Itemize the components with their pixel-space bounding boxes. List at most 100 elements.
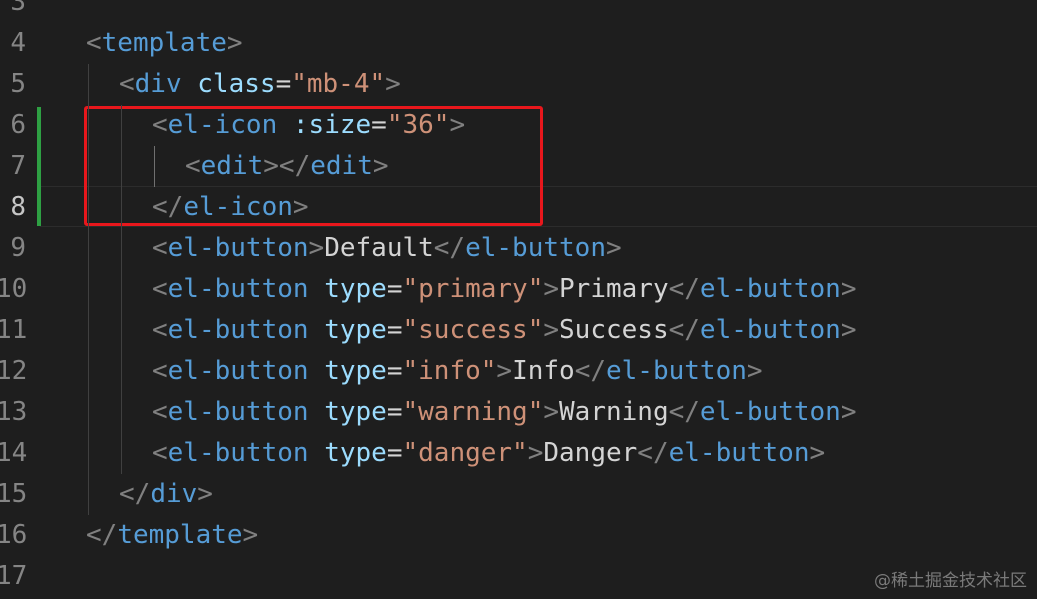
watermark: @稀土掘金技术社区 [874, 571, 1027, 591]
line-number: 13 [0, 397, 28, 427]
token-str: "danger" [402, 438, 528, 468]
token-punct: < [86, 28, 102, 58]
token-punct: </ [637, 438, 669, 468]
token-punct: > [543, 274, 560, 304]
line-number: 14 [0, 438, 28, 468]
token-punct: > [543, 315, 560, 345]
token-str: "primary" [402, 274, 544, 304]
token-punct: < [152, 397, 168, 427]
token-punct: </ [668, 315, 700, 345]
token-text: Primary [559, 274, 669, 304]
code-line[interactable]: 13 <el-button type="warning">Warning</el-… [0, 392, 1037, 433]
token-text: Danger [543, 438, 638, 468]
token-punct: > [840, 274, 857, 304]
token-punct: > [840, 315, 857, 345]
code-text: <el-button type="danger">Danger</el-butt… [152, 433, 825, 474]
line-number: 11 [0, 315, 28, 345]
token-punct: > [226, 28, 243, 58]
token-eq: = [386, 315, 403, 345]
code-text: <el-button type="success">Success</el-bu… [152, 310, 856, 351]
token-tag: el-button [167, 397, 309, 427]
token-punct: < [152, 315, 168, 345]
token-attr: type [324, 315, 387, 345]
token-punct: > [527, 438, 544, 468]
line-number: 4 [10, 28, 26, 58]
token-tag: el-button [699, 397, 841, 427]
token-punct: > [809, 438, 826, 468]
line-number: 3 [10, 0, 26, 17]
line-number: 16 [0, 520, 28, 550]
token-punct: </ [433, 233, 466, 263]
token-text: Info [512, 356, 575, 386]
token-str: "warning" [402, 397, 544, 427]
token-punct: > [308, 233, 325, 263]
token-eq: = [386, 438, 403, 468]
token-punct: </ [86, 520, 118, 550]
code-line[interactable]: 12 <el-button type="info">Info</el-button… [0, 351, 1037, 392]
line-number: 17 [0, 561, 28, 591]
code-text: </div> [119, 474, 213, 515]
code-text: <el-button type="warning">Warning</el-bu… [152, 392, 856, 433]
token-text: Default [324, 233, 434, 263]
token-tag: el-button [167, 438, 309, 468]
token-tag: template [101, 28, 227, 58]
token-punct: > [543, 397, 560, 427]
code-line[interactable]: 10 <el-button type="primary">Primary</el-… [0, 269, 1037, 310]
code-line[interactable]: 3 [0, 0, 1037, 23]
code-editor[interactable]: 3 4 <template> 5 <div class="mb-4"> 6 <el-icon… [0, 0, 1037, 599]
token-eq: = [386, 356, 403, 386]
line-number: 7 [10, 151, 26, 181]
token-tag: div [150, 479, 198, 509]
code-line[interactable]: 14 <el-button type="danger">Danger</el-bu… [0, 433, 1037, 474]
token-tag: template [117, 520, 243, 550]
token-punct: < [152, 233, 168, 263]
code-line[interactable]: 5 <div class="mb-4"> [0, 64, 1037, 105]
code-line[interactable]: 15 </div> [0, 474, 1037, 515]
token-punct: </ [668, 274, 700, 304]
token-eq: = [275, 69, 292, 99]
code-line[interactable]: 16 </template> [0, 515, 1037, 556]
line-number: 15 [0, 479, 28, 509]
token-punct: > [496, 356, 513, 386]
token-str: "mb-4" [291, 69, 386, 99]
indent-guide [154, 146, 155, 187]
token-tag: el-button [167, 356, 309, 386]
line-number: 6 [10, 110, 26, 140]
line-number: 12 [0, 356, 28, 386]
token-punct: > [840, 397, 857, 427]
token-tag: el-button [668, 438, 810, 468]
token-punct: </ [119, 479, 151, 509]
token-eq: = [386, 397, 403, 427]
line-number: 5 [10, 69, 26, 99]
token-tag: el-button [167, 233, 309, 263]
token-tag: el-button [167, 274, 309, 304]
token-punct: > [385, 69, 401, 99]
code-line[interactable]: 9 <el-button>Default</el-button> [0, 228, 1037, 269]
line-number: 8 [10, 192, 26, 222]
red-highlight-box [84, 106, 543, 226]
token-str: "info" [402, 356, 497, 386]
token-punct: < [152, 274, 168, 304]
token-text: Warning [559, 397, 669, 427]
code-line[interactable]: 11 <el-button type="success">Success</el-… [0, 310, 1037, 351]
token-attr: type [324, 356, 387, 386]
token-tag: el-button [465, 233, 606, 263]
git-modified-indicator [37, 107, 41, 226]
code-line[interactable]: 4 <template> [0, 23, 1037, 64]
token-tag: div [134, 69, 182, 99]
line-number: 9 [10, 233, 26, 263]
code-text: <el-button>Default</el-button> [152, 228, 622, 269]
code-text: <template> [86, 23, 243, 64]
code-text: <el-button type="info">Info</el-button> [152, 351, 763, 392]
line-number: 10 [0, 274, 28, 304]
code-text: <el-button type="primary">Primary</el-bu… [152, 269, 856, 310]
token-punct: > [197, 479, 213, 509]
token-attr: type [324, 397, 387, 427]
token-attr: type [324, 438, 387, 468]
